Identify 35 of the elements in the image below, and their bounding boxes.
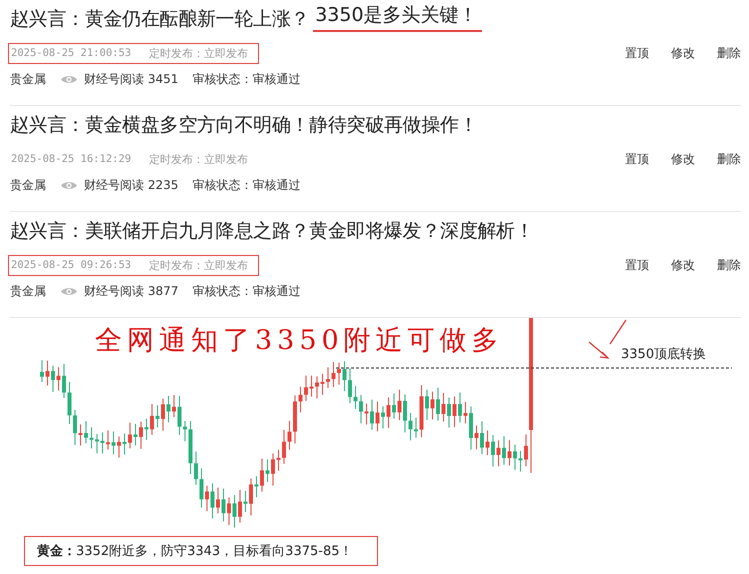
- schedule-text: 定时发布：立即发布: [149, 152, 248, 166]
- delete-link[interactable]: 删除: [717, 256, 741, 274]
- review-status: 审核状态：审核通过: [192, 177, 300, 194]
- read-count: 财经号阅读 3451: [84, 71, 178, 88]
- review-status: 审核状态：审核通过: [192, 71, 300, 88]
- read-count: 财经号阅读 2235: [84, 177, 178, 194]
- category-label: 贵金属: [10, 71, 46, 88]
- caption-box: 黄金：3352附近多，防守3343，目标看向3375-85！: [24, 536, 378, 566]
- publish-time: 2025-08-25 09:26:53: [11, 259, 132, 271]
- delete-link[interactable]: 删除: [717, 150, 741, 168]
- eye-icon: [60, 180, 78, 191]
- publish-time: 2025-08-25 16:12:29: [11, 153, 132, 165]
- pin-link[interactable]: 置顶: [625, 256, 649, 274]
- eye-icon: [60, 286, 78, 297]
- post-title[interactable]: 赵兴言：黄金横盘多空方向不明确！静待突破再做操作！: [10, 112, 478, 138]
- schedule-text: 定时发布：立即发布: [149, 258, 248, 272]
- review-status: 审核状态：审核通过: [192, 283, 300, 300]
- arrow-icon: [588, 341, 610, 359]
- eye-icon: [60, 74, 78, 85]
- post-title[interactable]: 赵兴言：美联储开启九月降息之路？黄金即将爆发？深度解析！: [10, 218, 534, 244]
- delete-link[interactable]: 删除: [717, 44, 741, 62]
- schedule-text: 定时发布：立即发布: [149, 46, 248, 60]
- category-label: 贵金属: [10, 177, 46, 194]
- read-count: 财经号阅读 3877: [84, 283, 178, 300]
- edit-link[interactable]: 修改: [671, 44, 695, 62]
- chart-headline: 全网通知了3350附近可做多: [95, 324, 504, 358]
- category-label: 贵金属: [10, 283, 46, 300]
- post-title[interactable]: 赵兴言：黄金仍在酝酿新一轮上涨？: [10, 6, 310, 32]
- level-label: 3350顶底转换: [621, 346, 706, 363]
- edit-link[interactable]: 修改: [671, 256, 695, 274]
- underlined-title-text[interactable]: 3350是多头关键！: [313, 2, 482, 32]
- edit-link[interactable]: 修改: [671, 150, 695, 168]
- pin-link[interactable]: 置顶: [625, 150, 649, 168]
- pin-link[interactable]: 置顶: [625, 44, 649, 62]
- publish-time: 2025-08-25 21:00:53: [11, 47, 132, 59]
